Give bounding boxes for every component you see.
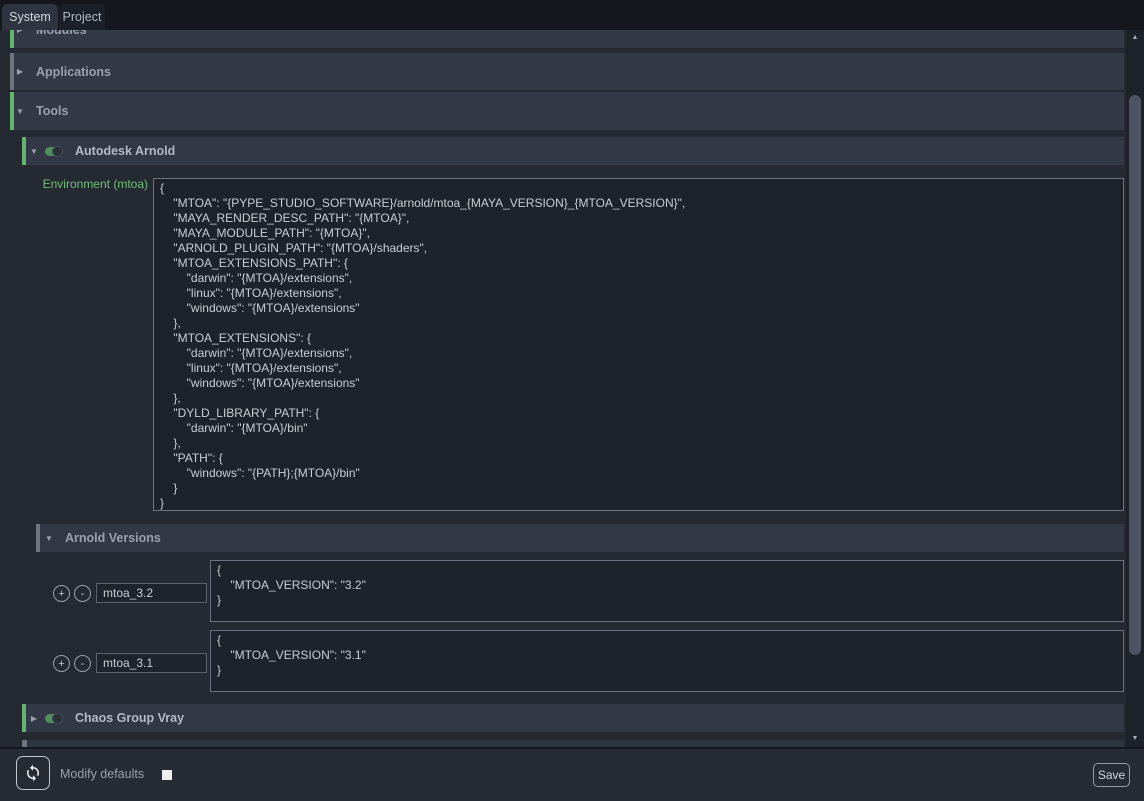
version-name-input[interactable] [96,583,207,603]
arnold-enabled-toggle[interactable] [45,147,62,156]
environment-mtoa-textarea[interactable]: { "MTOA": "{PYPE_STUDIO_SOFTWARE}/arnold… [153,178,1124,511]
section-title: Modules [36,30,87,37]
toggle-knob [52,713,63,724]
settings-scroll-area: ▶ Modules ▶ Applications ▼ Tools ▼ Autod… [0,30,1126,747]
section-header-autodesk-arnold[interactable]: ▼ Autodesk Arnold [22,137,1124,165]
section-title: Tools [36,104,68,118]
chevron-down-icon: ▼ [28,147,40,156]
modify-defaults-label: Modify defaults [60,767,144,781]
vertical-scrollbar[interactable]: ▲ ▼ [1126,30,1144,747]
section-header-modules[interactable]: ▶ Modules [10,30,1124,48]
refresh-button[interactable] [16,756,50,790]
section-title: Autodesk Arnold [75,144,175,158]
tab-bar: System Project [0,0,1144,30]
add-version-button[interactable]: + [53,655,70,672]
version-name-input[interactable] [96,653,207,673]
scrollbar-thumb[interactable] [1129,95,1141,655]
tab-project[interactable]: Project [59,4,105,30]
vray-enabled-toggle[interactable] [45,714,62,723]
remove-version-button[interactable]: - [74,655,91,672]
settings-window: System Project ▶ Modules ▶ Applications … [0,0,1144,801]
section-header-arnold-versions[interactable]: ▼ Arnold Versions [36,524,1124,552]
next-section-partial [22,740,1124,747]
refresh-icon [24,764,42,782]
section-title: Applications [36,65,111,79]
remove-version-button[interactable]: - [74,585,91,602]
scroll-up-button[interactable]: ▲ [1126,30,1144,46]
chevron-right-icon: ▶ [14,30,26,34]
modify-defaults-checkbox[interactable] [162,770,172,780]
tab-system[interactable]: System [2,4,58,30]
version-value-textarea[interactable]: { "MTOA_VERSION": "3.1" } [210,630,1124,692]
section-header-applications[interactable]: ▶ Applications [10,53,1124,90]
section-header-chaos-group-vray[interactable]: ▶ Chaos Group Vray [22,704,1124,732]
environment-mtoa-label: Environment (mtoa) [20,177,148,191]
chevron-down-icon: ▼ [43,534,55,543]
section-title: Chaos Group Vray [75,711,184,725]
chevron-right-icon: ▶ [14,67,26,76]
toggle-knob [52,146,63,157]
save-button[interactable]: Save [1093,763,1130,787]
section-header-tools[interactable]: ▼ Tools [10,92,1124,130]
scroll-down-button[interactable]: ▼ [1126,731,1144,747]
chevron-right-icon: ▶ [28,714,40,723]
section-title: Arnold Versions [65,531,161,545]
chevron-down-icon: ▼ [14,107,26,116]
add-version-button[interactable]: + [53,585,70,602]
version-value-textarea[interactable]: { "MTOA_VERSION": "3.2" } [210,560,1124,622]
footer-bar: Modify defaults Save [0,747,1144,801]
